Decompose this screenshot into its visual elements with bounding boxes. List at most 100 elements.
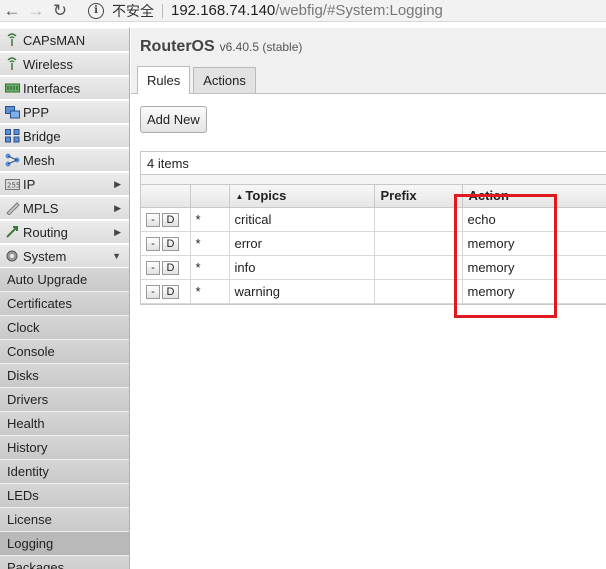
column-header-prefix[interactable]: Prefix xyxy=(374,185,463,208)
column-header-flags xyxy=(190,185,230,208)
sidebar-item-label: Bridge xyxy=(23,128,61,144)
sidebar-subitem-clock[interactable]: Clock xyxy=(0,316,129,340)
reload-icon[interactable]: ↻ xyxy=(48,0,72,22)
remove-button[interactable]: - xyxy=(146,284,160,299)
column-header-buttons xyxy=(141,185,191,208)
chevron-right-icon: ▶ xyxy=(114,202,121,213)
row-topics[interactable]: error xyxy=(229,231,375,256)
sidebar-item-mpls[interactable]: MPLS ▶ xyxy=(0,196,129,220)
routing-icon xyxy=(4,225,20,239)
row-action[interactable]: memory xyxy=(462,255,606,280)
bridge-icon xyxy=(4,129,20,143)
row-topics[interactable]: critical xyxy=(229,207,375,232)
row-prefix[interactable] xyxy=(374,279,463,304)
ppp-icon xyxy=(4,105,20,119)
row-flag: * xyxy=(190,255,230,280)
sidebar-subitem-license[interactable]: License xyxy=(0,508,129,532)
table-spacer xyxy=(141,175,606,185)
table-row[interactable]: -D * error memory xyxy=(141,231,606,256)
info-icon[interactable]: i xyxy=(88,2,104,19)
row-action[interactable]: memory xyxy=(462,231,606,256)
sidebar-item-wireless[interactable]: Wireless xyxy=(0,52,129,76)
disable-button[interactable]: D xyxy=(162,236,179,251)
row-buttons: -D xyxy=(141,231,191,256)
sidebar: CAPsMAN Wireless Interfaces PPP Bridge M… xyxy=(0,28,130,569)
table-row[interactable]: -D * critical echo xyxy=(141,207,606,232)
table-row[interactable]: -D * info memory xyxy=(141,255,606,280)
row-prefix[interactable] xyxy=(374,255,463,280)
mesh-icon xyxy=(4,153,20,167)
column-header-topics[interactable]: ▲ Topics xyxy=(229,185,375,208)
forward-arrow-icon[interactable]: → xyxy=(24,0,48,22)
row-flag: * xyxy=(190,231,230,256)
tab-bar: Rules Actions xyxy=(131,66,606,94)
disable-button[interactable]: D xyxy=(162,212,179,227)
page-title: RouterOS v6.40.5 (stable) xyxy=(131,28,606,66)
sidebar-item-mesh[interactable]: Mesh xyxy=(0,148,129,172)
address-bar[interactable]: 192.168.74.140/webfig/#System:Logging xyxy=(171,2,443,19)
row-buttons: -D xyxy=(141,255,191,280)
sidebar-item-system[interactable]: System ▼ xyxy=(0,244,129,268)
url-host: 192.168.74.140 xyxy=(171,2,276,19)
url-path: /webfig/#System:Logging xyxy=(275,2,443,19)
security-label[interactable]: 不安全 xyxy=(112,1,154,21)
chevron-right-icon: ▶ xyxy=(114,226,121,237)
sidebar-item-routing[interactable]: Routing ▶ xyxy=(0,220,129,244)
product-name: RouterOS xyxy=(140,38,215,55)
sidebar-item-capsman[interactable]: CAPsMAN xyxy=(0,28,129,52)
sidebar-item-interfaces[interactable]: Interfaces xyxy=(0,76,129,100)
row-topics[interactable]: info xyxy=(229,255,375,280)
sidebar-item-ppp[interactable]: PPP xyxy=(0,100,129,124)
sidebar-subitem-disks[interactable]: Disks xyxy=(0,364,129,388)
row-buttons: -D xyxy=(141,207,191,232)
table-header-row: ▲ Topics Prefix Action xyxy=(141,185,606,208)
sidebar-subitem-logging[interactable]: Logging xyxy=(0,532,129,556)
ip-icon: 255 xyxy=(4,177,20,191)
tab-content: Add New 4 items ▲ Topics Prefix Action -… xyxy=(131,94,606,569)
tab-actions[interactable]: Actions xyxy=(193,67,256,93)
item-count: 4 items xyxy=(141,152,606,175)
sidebar-item-bridge[interactable]: Bridge xyxy=(0,124,129,148)
column-header-action[interactable]: Action xyxy=(462,185,606,208)
row-prefix[interactable] xyxy=(374,231,463,256)
sidebar-item-ip[interactable]: 255 IP ▶ xyxy=(0,172,129,196)
disable-button[interactable]: D xyxy=(162,284,179,299)
sidebar-subitem-drivers[interactable]: Drivers xyxy=(0,388,129,412)
sidebar-subitem-identity[interactable]: Identity xyxy=(0,460,129,484)
main-panel: RouterOS v6.40.5 (stable) Rules Actions … xyxy=(131,28,606,569)
rules-table: 4 items ▲ Topics Prefix Action - D * cri… xyxy=(140,151,606,305)
sidebar-subitem-auto-upgrade[interactable]: Auto Upgrade xyxy=(0,268,129,292)
row-flag: * xyxy=(190,207,230,232)
sidebar-subitem-packages[interactable]: Packages xyxy=(0,556,129,569)
svg-text:255: 255 xyxy=(7,181,20,189)
remove-button[interactable]: - xyxy=(146,212,160,227)
sidebar-subitem-leds[interactable]: LEDs xyxy=(0,484,129,508)
sort-ascending-icon: ▲ xyxy=(235,192,244,202)
add-new-button[interactable]: Add New xyxy=(140,106,207,133)
gear-icon xyxy=(4,249,20,263)
chevron-right-icon: ▶ xyxy=(114,178,121,189)
row-action[interactable]: echo xyxy=(462,207,606,232)
sidebar-subitem-history[interactable]: History xyxy=(0,436,129,460)
row-prefix[interactable] xyxy=(374,207,463,232)
tab-rules[interactable]: Rules xyxy=(137,66,191,94)
sidebar-subitem-certificates[interactable]: Certificates xyxy=(0,292,129,316)
row-action[interactable]: memory xyxy=(462,279,606,304)
sidebar-subitem-console[interactable]: Console xyxy=(0,340,129,364)
sidebar-item-label: Routing xyxy=(23,224,68,240)
sidebar-item-label: CAPsMAN xyxy=(23,32,86,48)
row-topics[interactable]: warning xyxy=(229,279,375,304)
version-label: v6.40.5 (stable) xyxy=(219,40,303,54)
remove-button[interactable]: - xyxy=(146,236,160,251)
sidebar-item-label: Interfaces xyxy=(23,80,81,96)
mpls-icon xyxy=(4,201,20,215)
sidebar-item-label: Wireless xyxy=(23,56,73,72)
back-arrow-icon[interactable]: ← xyxy=(0,0,24,22)
remove-button[interactable]: - xyxy=(146,260,160,275)
chevron-down-icon: ▼ xyxy=(112,251,121,261)
disable-button[interactable]: D xyxy=(162,260,179,275)
sidebar-item-label: System xyxy=(23,248,67,264)
sidebar-item-label: MPLS xyxy=(23,200,59,216)
table-row[interactable]: -D * warning memory xyxy=(141,279,606,304)
sidebar-subitem-health[interactable]: Health xyxy=(0,412,129,436)
